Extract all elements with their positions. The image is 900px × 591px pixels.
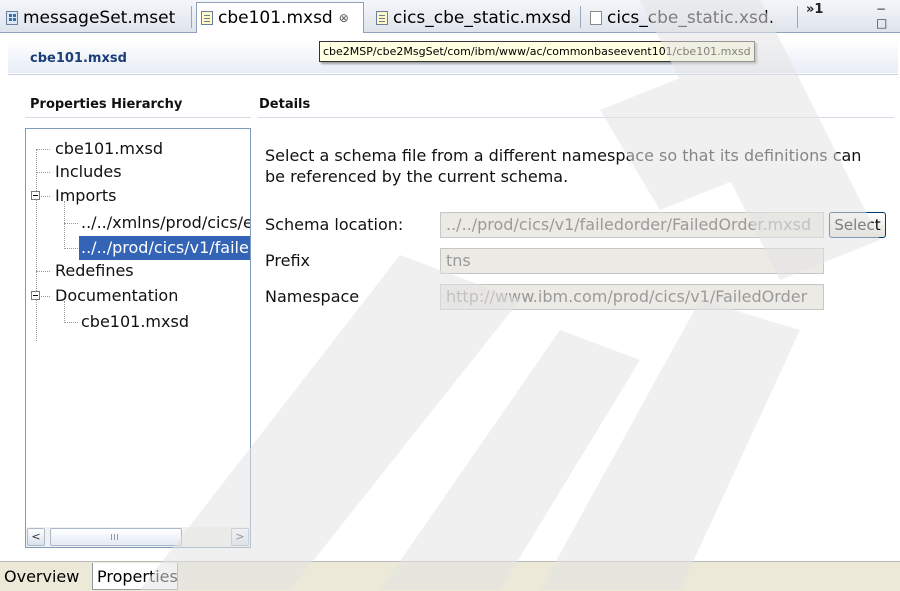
schema-location-label: Schema location: (265, 215, 404, 234)
details-description: Select a schema file from a different na… (265, 146, 862, 186)
namespace-label: Namespace (265, 287, 360, 306)
tree-connector (64, 248, 78, 250)
tab-label: messageSet.mset (23, 7, 176, 28)
tree-connector (36, 271, 50, 273)
tree-item-includes[interactable]: Includes (55, 160, 122, 184)
tree-item-documentation-cbe101[interactable]: cbe101.mxsd (81, 310, 189, 334)
tab-cbe101[interactable]: cbe101.mxsd ⊗ (196, 2, 364, 33)
tab-overflow-button[interactable]: »1 (806, 2, 823, 17)
tree-connector (36, 149, 38, 341)
details-title: Details (259, 97, 311, 112)
scroll-right-button[interactable]: > (231, 528, 249, 546)
namespace-field[interactable]: http://www.ibm.com/prod/cics/v1/FailedOr… (440, 284, 824, 310)
tree-connector (64, 223, 78, 225)
scroll-left-button[interactable]: < (27, 528, 45, 546)
prefix-label: Prefix (265, 251, 310, 270)
tree-item-redefines[interactable]: Redefines (55, 259, 134, 283)
editor-title: cbe101.mxsd (30, 51, 127, 66)
horizontal-scrollbar[interactable]: < > (26, 527, 250, 547)
tree-connector (64, 201, 66, 249)
editor-page-tabs: Overview Properties (0, 561, 900, 591)
prefix-field[interactable]: tns (440, 248, 824, 274)
tab-cics-cbe-static-mxsd[interactable]: cics_cbe_static.mxsd (372, 3, 572, 32)
tree-item-documentation[interactable]: Documentation (55, 284, 178, 308)
tree-item-cbe101[interactable]: cbe101.mxsd (55, 137, 163, 161)
tab-separator (191, 6, 192, 28)
tree-item-import-failedorder[interactable]: ../../prod/cics/v1/faile (79, 236, 250, 260)
tree-connector (36, 172, 50, 174)
tab-separator (580, 6, 581, 28)
collapse-icon[interactable] (31, 191, 40, 200)
window-controls[interactable]: − □ (876, 2, 900, 30)
collapse-icon[interactable] (31, 291, 40, 300)
tab-message-set[interactable]: messageSet.mset (2, 3, 187, 32)
tree-connector (64, 322, 78, 324)
section-divider (25, 117, 251, 118)
schema-location-field[interactable]: ../../prod/cics/v1/failedorder/FailedOrd… (440, 212, 824, 238)
header-divider (8, 74, 898, 75)
schema-file-icon (376, 10, 388, 25)
scroll-thumb[interactable] (50, 528, 182, 546)
properties-hierarchy-tree[interactable]: cbe101.mxsd Includes Imports ../../xmlns… (25, 128, 251, 548)
tab-label: cbe101.mxsd (218, 8, 333, 28)
select-button[interactable]: Select (829, 212, 886, 238)
tab-cics-cbe-static-xsd[interactable]: cics_cbe_static.xsd. (586, 3, 796, 32)
tree-connector (41, 296, 50, 298)
tab-properties[interactable]: Properties (92, 563, 178, 590)
file-path-tooltip: cbe2MSP/cbe2MsgSet/com/ibm/www/ac/common… (319, 41, 755, 62)
properties-hierarchy-title: Properties Hierarchy (30, 97, 183, 112)
editor-tab-bar: messageSet.mset cbe101.mxsd ⊗ cics_cbe_s… (0, 0, 900, 33)
tab-label: cics_cbe_static.mxsd (393, 7, 572, 28)
section-divider (258, 117, 894, 118)
xsd-file-icon (590, 10, 602, 25)
tab-separator (797, 6, 798, 28)
schema-file-icon (201, 11, 213, 25)
message-set-icon (6, 10, 18, 25)
tab-label: cics_cbe_static.xsd. (607, 7, 775, 28)
tree-item-imports[interactable]: Imports (55, 184, 116, 208)
tree-connector (36, 149, 50, 151)
tree-item-import-xmlns[interactable]: ../../xmlns/prod/cics/e (81, 211, 250, 235)
tree-connector (41, 196, 50, 198)
tab-overview[interactable]: Overview (0, 563, 83, 590)
close-icon[interactable]: ⊗ (339, 11, 349, 25)
